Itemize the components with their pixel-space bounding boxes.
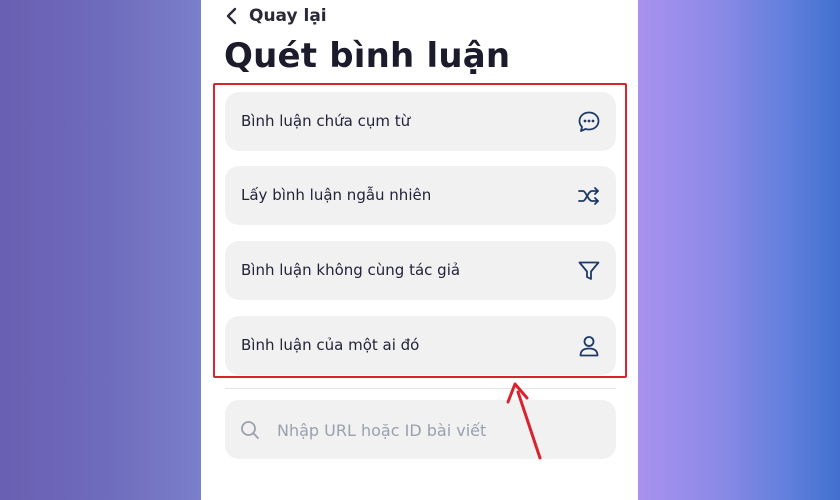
- search-icon: [241, 421, 259, 439]
- highlight-box: [213, 83, 627, 378]
- page-title: Quét bình luận: [224, 36, 511, 76]
- chevron-left-icon: [226, 7, 237, 25]
- back-label: Quay lại: [249, 6, 327, 26]
- background-right-panel: [638, 0, 840, 500]
- back-button[interactable]: Quay lại: [225, 4, 327, 28]
- background-left-panel: [0, 0, 201, 500]
- annotation-arrow-icon: [506, 382, 542, 460]
